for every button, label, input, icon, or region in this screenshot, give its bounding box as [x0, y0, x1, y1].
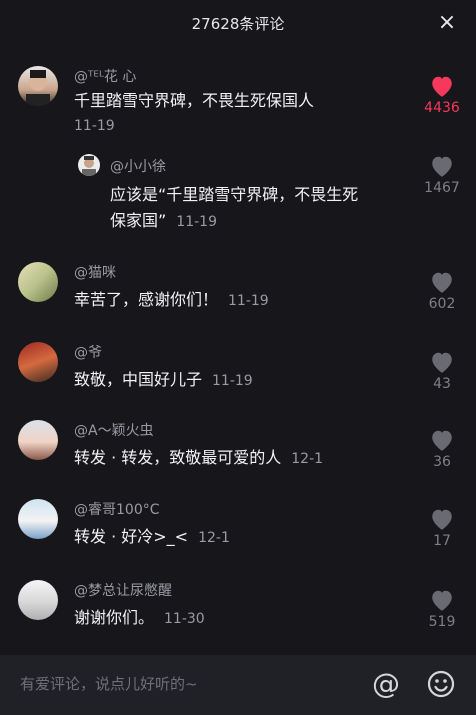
emoji-icon[interactable] — [426, 669, 456, 699]
comment-text-wrap: 幸苦了，感谢你们！ 11-19 — [74, 287, 269, 314]
comment-input-bar: 有爱评论，说点儿好听的~ @ — [0, 655, 476, 715]
heart-icon — [432, 272, 452, 293]
avatar[interactable] — [18, 342, 58, 382]
reply-time: 11-19 — [176, 214, 217, 230]
avatar[interactable] — [18, 420, 58, 460]
like-count: 36 — [433, 454, 451, 470]
like-button[interactable]: 602 — [420, 270, 464, 312]
comment-time: 12-1 — [198, 530, 230, 546]
like-count: 43 — [433, 376, 451, 392]
comment-text-wrap: 谢谢你们。 11-30 — [74, 605, 205, 632]
heart-icon — [432, 76, 452, 97]
reply-username[interactable]: @小小徐 — [110, 156, 166, 176]
like-count: 17 — [433, 533, 451, 549]
comment-input[interactable]: 有爱评论，说点儿好听的~ — [20, 673, 198, 694]
heart-icon — [432, 156, 452, 177]
like-count: 602 — [428, 296, 456, 312]
comment-text-wrap: 转发 · 转发，致敬最可爱的人 12-1 — [74, 445, 323, 472]
comment-username[interactable]: @猫咪 — [74, 262, 116, 282]
comment-time: 11-19 — [228, 293, 269, 309]
comment-text-wrap: 转发 · 好冷>_< 12-1 — [74, 524, 230, 551]
heart-icon — [432, 430, 452, 451]
comment-username[interactable]: @睿哥100°C — [74, 499, 160, 519]
like-button[interactable]: 36 — [420, 428, 464, 470]
like-button[interactable]: 1467 — [420, 154, 464, 196]
reply-text-line1: 应该是“千里踏雪守界碑，不畏生死 — [110, 185, 359, 204]
like-count: 4436 — [424, 100, 460, 116]
comment-text: 千里踏雪守界碑，不畏生死保国人 — [74, 91, 315, 110]
comment-username[interactable]: @梦总让尿憋醒 — [74, 580, 172, 600]
comment-username[interactable]: @A～颖火虫 — [74, 420, 154, 440]
comment-text-wrap: 致敬，中国好儿子 11-19 — [74, 367, 253, 394]
heart-icon — [432, 509, 452, 530]
like-count: 1467 — [424, 180, 460, 196]
comment-text: 谢谢你们。 — [74, 608, 155, 627]
comment-text: 转发 · 转发，致敬最可爱的人 — [74, 448, 282, 467]
comment-text: 致敬，中国好儿子 — [74, 370, 203, 389]
avatar[interactable] — [18, 499, 58, 539]
comment-text: 幸苦了，感谢你们！ — [74, 290, 219, 309]
comments-header: 27628条评论 × — [0, 0, 476, 46]
avatar[interactable] — [18, 66, 58, 106]
comment-username[interactable]: @爷 — [74, 342, 102, 362]
comment-time: 12-1 — [291, 451, 324, 467]
avatar[interactable] — [78, 154, 100, 176]
avatar[interactable] — [18, 580, 58, 620]
comment-time: 11-19 — [74, 118, 115, 134]
like-button[interactable]: 43 — [420, 350, 464, 392]
comments-count-title: 27628条评论 — [191, 14, 285, 33]
avatar[interactable] — [18, 262, 58, 302]
comment-username[interactable]: @ᵀᴱᴸ花 心 — [74, 66, 136, 86]
comment-time: 11-30 — [164, 611, 205, 627]
like-count: 519 — [428, 614, 456, 630]
close-icon[interactable]: × — [436, 12, 458, 34]
like-button[interactable]: 17 — [420, 507, 464, 549]
mention-icon[interactable]: @ — [372, 667, 400, 700]
reply-text-line2-wrap: 保家国” 11-19 — [110, 208, 217, 235]
heart-icon — [432, 352, 452, 373]
heart-icon — [432, 590, 452, 611]
like-button[interactable]: 4436 — [420, 74, 464, 116]
comment-time: 11-19 — [212, 373, 253, 389]
reply-text-line2: 保家国” — [110, 211, 167, 230]
like-button[interactable]: 519 — [420, 588, 464, 630]
comment-text: 转发 · 好冷>_< — [74, 527, 189, 546]
